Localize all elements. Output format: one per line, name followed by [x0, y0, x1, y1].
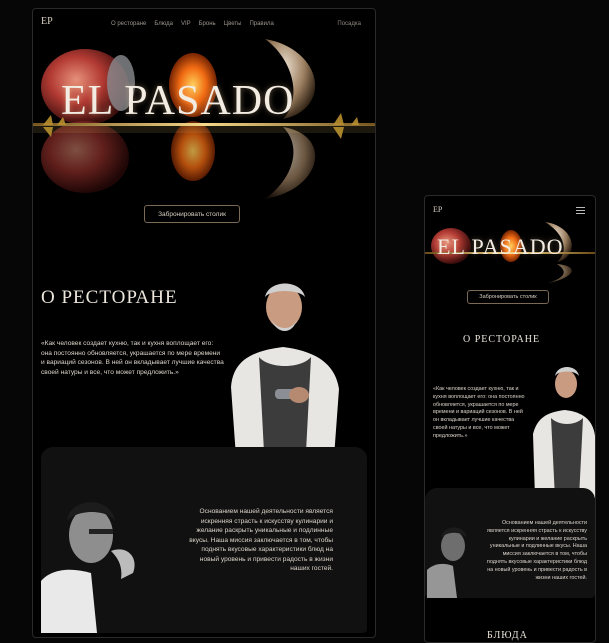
mobile-hero-title: EL PASADO: [437, 234, 564, 259]
nav-item-rules[interactable]: Правила: [249, 21, 273, 27]
mobile-mockup: ЕР EL PASADO Забронировать столик О РЕСТ…: [424, 195, 596, 643]
hero-title: EL PASADO: [61, 78, 295, 124]
brand-logo[interactable]: ЕР: [41, 16, 53, 27]
mobile-reserve-table-button[interactable]: Забронировать столик: [467, 290, 549, 304]
mobile-about-quote: «Как человек создает кухню, так и кухня …: [433, 386, 525, 439]
mobile-about-title: О РЕСТОРАНЕ: [463, 334, 541, 345]
nav-item-about[interactable]: О ресторане: [111, 21, 146, 27]
login-link[interactable]: Посадка: [337, 21, 361, 27]
chef-photo: [231, 283, 339, 471]
about-title: О РЕСТОРАНЕ: [41, 287, 178, 308]
about-quote: «Как человек создает кухню, так и кухня …: [41, 340, 224, 376]
desktop-mockup: ЕР О ресторане Блюда VIP Бронь Цветы Пра…: [32, 8, 376, 638]
mobile-mission-text: Основанием нашей деятельности является и…: [486, 520, 587, 581]
nav-item-vip[interactable]: VIP: [181, 21, 191, 27]
mobile-chef-tasting-photo: [427, 527, 467, 598]
reserve-table-button[interactable]: Забронировать столик: [144, 205, 240, 223]
nav-links: О ресторане Блюда VIP Бронь Цветы Правил…: [111, 21, 274, 27]
nav-item-dishes[interactable]: Блюда: [154, 21, 173, 27]
mobile-dishes-title: БЛЮДА: [487, 630, 528, 641]
top-nav: ЕР О ресторане Блюда VIP Бронь Цветы Пра…: [33, 9, 375, 37]
mobile-brand-logo[interactable]: ЕР: [433, 205, 442, 214]
menu-icon[interactable]: [576, 207, 585, 214]
mission-text: Основанием нашей деятельности является и…: [189, 508, 333, 573]
mobile-chef-photo: [533, 367, 595, 498]
nav-item-flowers[interactable]: Цветы: [224, 21, 242, 27]
chef-tasting-photo: [41, 487, 153, 633]
nav-item-booking[interactable]: Бронь: [199, 21, 216, 27]
